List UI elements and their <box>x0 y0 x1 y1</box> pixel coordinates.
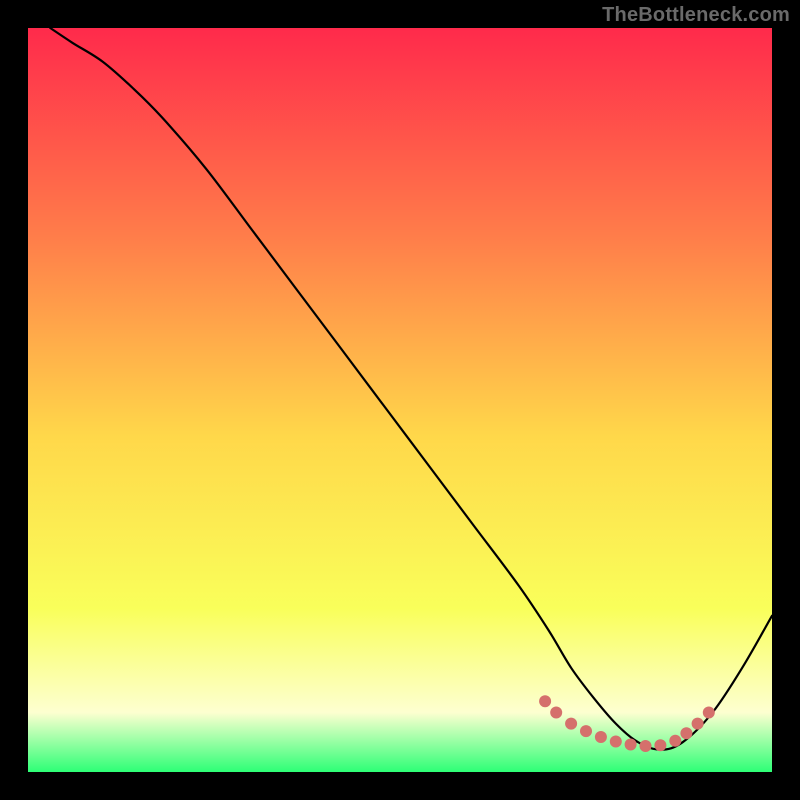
sweet-spot-marker <box>669 735 681 747</box>
sweet-spot-marker <box>539 695 551 707</box>
gradient-background <box>28 28 772 772</box>
sweet-spot-marker <box>595 731 607 743</box>
sweet-spot-marker <box>680 727 692 739</box>
sweet-spot-marker <box>625 739 637 751</box>
sweet-spot-marker <box>640 740 652 752</box>
sweet-spot-marker <box>703 707 715 719</box>
sweet-spot-marker <box>692 718 704 730</box>
chart-frame: TheBottleneck.com <box>0 0 800 800</box>
sweet-spot-marker <box>654 739 666 751</box>
bottleneck-curve-chart <box>28 28 772 772</box>
sweet-spot-marker <box>550 707 562 719</box>
plot-area <box>28 28 772 772</box>
watermark-text: TheBottleneck.com <box>602 4 790 27</box>
sweet-spot-marker <box>580 725 592 737</box>
sweet-spot-marker <box>610 736 622 748</box>
sweet-spot-marker <box>565 718 577 730</box>
